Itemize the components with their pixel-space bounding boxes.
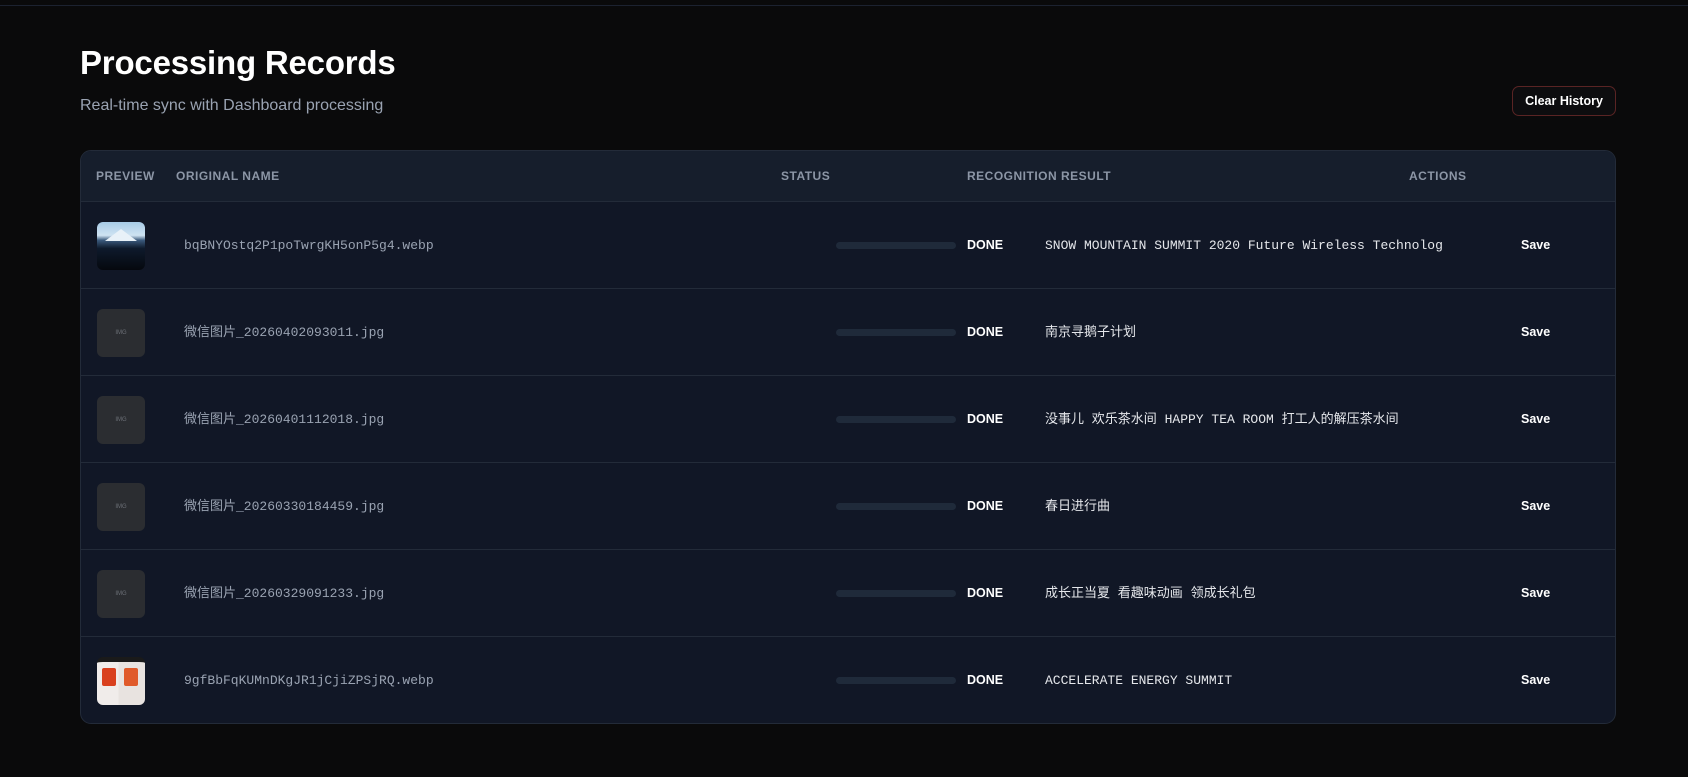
table-row: 9gfBbFqKUMnDKgJR1jCjiZPSjRQ.webp DONE ACCE… [81,637,1615,723]
recognition-result-text: 没事儿 欢乐茶水间 HAPPY TEA ROOM 打工人的解压茶水间 [1045,412,1399,427]
page-subtitle: Real-time sync with Dashboard processing [80,97,384,114]
column-header-original-name: ORIGINAL NAME [176,169,280,183]
image-placeholder-thumbnail: IMG [97,483,145,531]
status-badge: DONE [967,586,1004,600]
preview-thumbnail [97,657,145,705]
column-header-preview: PREVIEW [96,169,155,183]
save-button[interactable]: Save [1521,376,1550,463]
table-header: PREVIEW ORIGINAL NAME STATUS RECOGNITION… [81,151,1615,202]
table-row: IMG 微信图片_20260401112018.jpg DONE 没事儿 欢乐茶水间 … [81,376,1615,463]
image-placeholder-thumbnail: IMG [97,309,145,357]
status-badge: DONE [967,673,1004,687]
status-progress-bar [836,677,956,684]
status-progress-bar [836,242,956,249]
progress-fill [836,503,956,510]
image-placeholder-label: IMG [115,330,127,336]
status-progress-bar [836,329,956,336]
image-placeholder-label: IMG [115,417,127,423]
progress-fill [836,677,956,684]
image-placeholder-thumbnail: IMG [97,570,145,618]
page-title: Processing Records [80,44,396,81]
original-filename: bqBNYOstq2P1poTwrgKH5onP5g4.webp [184,238,434,253]
recognition-result-text: 南京寻鹅子计划 [1045,325,1137,340]
original-filename: 微信图片_20260330184459.jpg [184,499,385,514]
progress-fill [836,416,956,423]
original-filename: 9gfBbFqKUMnDKgJR1jCjiZPSjRQ.webp [184,673,434,688]
column-header-recognition-result: RECOGNITION RESULT [967,169,1112,183]
table-body: bqBNYOstq2P1poTwrgKH5onP5g4.webp DONE SNOW… [81,202,1615,723]
original-filename: 微信图片_20260329091233.jpg [184,586,385,601]
progress-fill [836,590,956,597]
column-header-actions: ACTIONS [1409,169,1467,183]
save-button[interactable]: Save [1521,637,1550,723]
status-badge: DONE [967,499,1004,513]
status-progress-bar [836,416,956,423]
save-button[interactable]: Save [1521,550,1550,637]
status-badge: DONE [967,412,1004,426]
table-row: IMG 微信图片_20260330184459.jpg DONE 春日进行曲 Save [81,463,1615,550]
recognition-result-text: 成长正当夏 看趣味动画 领成长礼包 [1045,586,1256,601]
save-button[interactable]: Save [1521,289,1550,376]
preview-thumbnail [97,222,145,270]
status-badge: DONE [967,238,1004,252]
status-badge: DONE [967,325,1004,339]
recognition-result-text: ACCELERATE ENERGY SUMMIT [1045,673,1233,688]
image-placeholder-thumbnail: IMG [97,396,145,444]
records-table: PREVIEW ORIGINAL NAME STATUS RECOGNITION… [80,150,1616,724]
original-filename: 微信图片_20260402093011.jpg [184,325,385,340]
progress-fill [836,242,956,249]
recognition-result-text: 春日进行曲 [1045,499,1111,514]
table-row: bqBNYOstq2P1poTwrgKH5onP5g4.webp DONE SNOW… [81,202,1615,289]
save-button[interactable]: Save [1521,463,1550,550]
column-header-status: STATUS [781,169,831,183]
recognition-result-text: SNOW MOUNTAIN SUMMIT 2020 Future Wireles… [1045,238,1443,253]
table-row: IMG 微信图片_20260402093011.jpg DONE 南京寻鹅子计划 Sav… [81,289,1615,376]
image-placeholder-label: IMG [115,504,127,510]
top-divider [0,5,1688,6]
save-button[interactable]: Save [1521,202,1550,289]
clear-history-button[interactable]: Clear History [1512,86,1616,116]
original-filename: 微信图片_20260401112018.jpg [184,412,385,427]
image-placeholder-label: IMG [115,591,127,597]
progress-fill [836,329,956,336]
status-progress-bar [836,503,956,510]
table-row: IMG 微信图片_20260329091233.jpg DONE 成长正当夏 看趣味动… [81,550,1615,637]
status-progress-bar [836,590,956,597]
